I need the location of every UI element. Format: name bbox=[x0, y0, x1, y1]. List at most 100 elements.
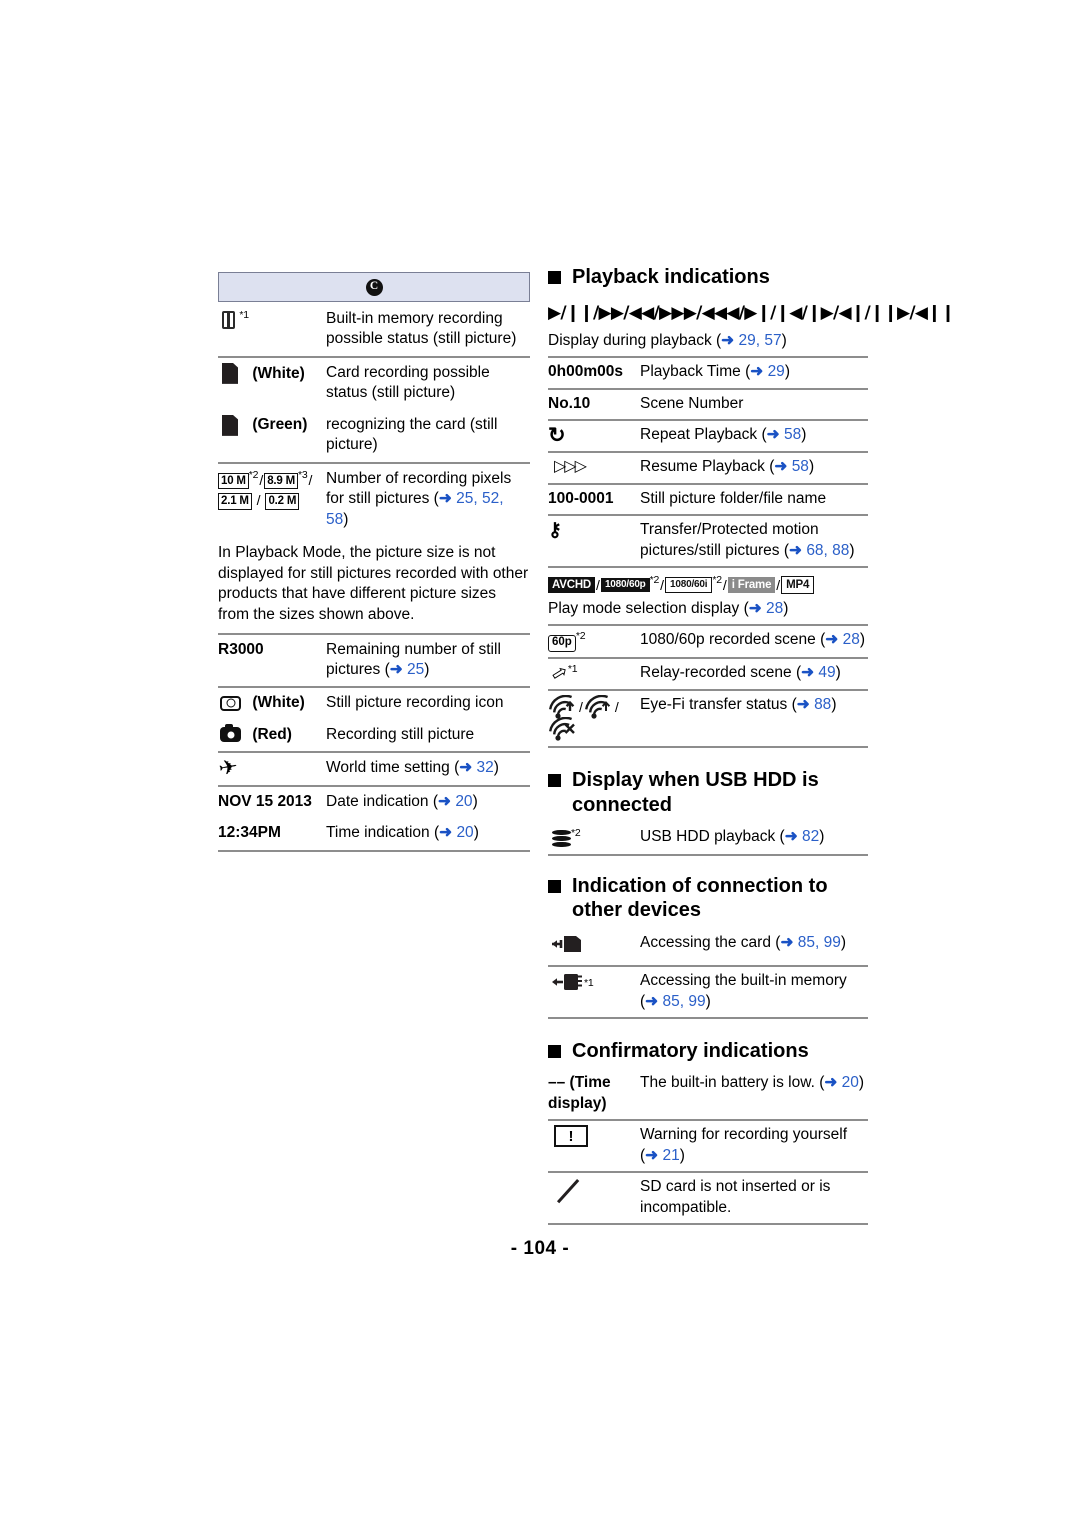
table-row: (White) Card recording possible status (… bbox=[218, 355, 530, 410]
accessing-builtin-memory-icon bbox=[550, 971, 584, 992]
desc-text: Playback Time ( bbox=[640, 363, 751, 381]
section-title-playback-indications: Playback indications bbox=[548, 265, 868, 289]
desc-text: USB HDD playback ( bbox=[640, 828, 785, 846]
page-arrow-icon: ➜ bbox=[774, 458, 792, 476]
table-row: ▷▷▷ Resume Playback (➜ 58) bbox=[548, 451, 868, 484]
pixel-badges-cell: 10 M*2/8.9 M*3/ 2.1 M / 0.2 M bbox=[218, 461, 326, 537]
footnote-marker: *3 bbox=[297, 468, 308, 481]
page-ref: 20 bbox=[841, 1074, 859, 1092]
table-row-pixel-sizes: 10 M*2/8.9 M*3/ 2.1 M / 0.2 M Number of … bbox=[218, 461, 530, 537]
table-row: ⇨*1 Relay-recorded scene (➜ 49) bbox=[548, 656, 868, 691]
page-arrow-icon: ➜ bbox=[438, 792, 456, 810]
circled-c-icon: C bbox=[365, 278, 383, 296]
desc-suffix: ) bbox=[472, 792, 478, 810]
desc-suffix: ) bbox=[783, 600, 789, 618]
desc-text: Eye-Fi transfer status ( bbox=[640, 696, 797, 714]
connection-indication-table: Accessing the card (➜ 85, 99) *1 Accessi… bbox=[548, 929, 868, 1017]
airplane-icon: ✈ bbox=[216, 755, 240, 781]
row-desc: Still picture recording icon bbox=[326, 686, 530, 720]
desc-text: World time setting ( bbox=[326, 759, 460, 777]
row-desc: Scene Number bbox=[640, 387, 868, 421]
desc-suffix: ) bbox=[859, 631, 865, 649]
table-row: ↻ Repeat Playback (➜ 58) bbox=[548, 419, 868, 453]
format-badge-1080-60i: 1080/60i bbox=[665, 576, 713, 594]
format-badge-iframe: i Frame bbox=[727, 577, 776, 594]
row-label: 100-0001 bbox=[548, 482, 640, 516]
usb-hdd-icon bbox=[552, 829, 571, 847]
page-arrow-icon: ➜ bbox=[766, 426, 784, 444]
playback-control-glyphs: ▶/❙❙/▶▶/◀◀/▶▶▶/◀◀◀/▶❙/❙◀/❙▶/◀❙/❙❙▶/◀❙❙ bbox=[548, 303, 955, 324]
page-arrow-icon: ➜ bbox=[780, 933, 798, 951]
table-row: ⚷ Transfer/Protected motion pictures/sti… bbox=[548, 514, 868, 567]
bullet-square-icon bbox=[548, 774, 561, 788]
page-ref: 82 bbox=[802, 828, 820, 846]
page-ref: 20 bbox=[455, 792, 473, 810]
table-row: SD card is not inserted or is incompatib… bbox=[548, 1171, 868, 1224]
desc-suffix: ) bbox=[840, 933, 847, 951]
bullet-square-icon bbox=[548, 879, 561, 893]
page-ref: 28 bbox=[766, 600, 784, 618]
row-desc: Relay-recorded scene (➜ 49) bbox=[640, 656, 868, 691]
row-desc: Recording still picture bbox=[326, 725, 475, 743]
footnote-marker: *1 bbox=[239, 309, 249, 321]
page-arrow-icon: ➜ bbox=[645, 1146, 663, 1164]
left-column: C *1 Built-in memory recording possible … bbox=[216, 272, 530, 852]
badge-60p: 60p bbox=[548, 634, 576, 652]
table-row: 0h00m00s Playback Time (➜ 29) bbox=[548, 356, 868, 389]
table-row: 12:34PM Time indication (➜ 20) bbox=[218, 818, 530, 849]
page-ref: 29, 57 bbox=[738, 332, 782, 350]
table-bottom-rule bbox=[548, 746, 868, 749]
desc-text: Repeat Playback ( bbox=[640, 426, 767, 444]
row-desc: Resume Playback (➜ 58) bbox=[640, 451, 868, 484]
row-icon-cell: (Green) bbox=[218, 410, 326, 463]
page-ref: 21 bbox=[662, 1146, 680, 1164]
page-arrow-icon: ➜ bbox=[438, 490, 457, 508]
pixel-badge-21m: 2.1 M bbox=[218, 493, 252, 510]
page-ref: 28 bbox=[842, 631, 860, 649]
page-ref: 32 bbox=[476, 759, 494, 777]
desc-text: Display during playback ( bbox=[548, 332, 722, 350]
table-row: –– (Time display) The built-in battery i… bbox=[548, 1069, 868, 1120]
row-icon-cell: 60p*2 bbox=[548, 624, 640, 658]
key-protected-icon: ⚷ bbox=[548, 519, 562, 541]
desc-text: Relay-recorded scene ( bbox=[640, 663, 802, 681]
eye-fi-disabled-icon bbox=[548, 717, 578, 742]
row-icon-cell bbox=[548, 929, 640, 966]
desc-suffix: ) bbox=[831, 696, 837, 714]
row-icon-cell: ✈ bbox=[216, 751, 326, 786]
format-badge-mp4: MP4 bbox=[781, 576, 815, 595]
row-desc: Date indication (➜ 20) bbox=[326, 784, 530, 819]
row-icon-label: (White) bbox=[252, 694, 305, 712]
row-desc: Eye-Fi transfer status (➜ 88) bbox=[640, 689, 868, 747]
eye-fi-upload-icon bbox=[548, 695, 578, 720]
table-row: (Red) Recording still picture bbox=[218, 720, 530, 752]
section-title-connection-indication: Indication of connection to other device… bbox=[548, 874, 868, 923]
row-icon-cell: *1 bbox=[218, 304, 326, 357]
usb-hdd-table: *2 USB HDD playback (➜ 82) bbox=[548, 823, 868, 854]
footnote-marker: *2 bbox=[571, 827, 581, 840]
table-row: R3000 Remaining number of still pictures… bbox=[218, 632, 530, 688]
page-arrow-icon: ➜ bbox=[459, 759, 477, 777]
row-desc: The built-in battery is low. (➜ 20) bbox=[640, 1069, 868, 1120]
desc-text: 1080/60p recorded scene ( bbox=[640, 631, 826, 649]
row-desc: Card recording possible status (still pi… bbox=[326, 355, 530, 410]
page-ref: 25 bbox=[407, 660, 425, 678]
desc-suffix: ) bbox=[835, 663, 841, 681]
page-arrow-icon: ➜ bbox=[645, 992, 663, 1010]
desc-text: Play mode selection display ( bbox=[548, 600, 749, 618]
pixel-badge-10m: 10 M bbox=[218, 472, 249, 490]
row-label: 12:34PM bbox=[218, 824, 281, 842]
row-label: R3000 bbox=[218, 632, 326, 688]
row-icon-cell: *2 bbox=[548, 823, 640, 854]
page-arrow-icon: ➜ bbox=[389, 660, 408, 678]
desc-suffix: ) bbox=[801, 426, 807, 444]
section-title-confirmatory-indications: Confirmatory indications bbox=[548, 1039, 868, 1063]
desc-suffix: ) bbox=[784, 363, 790, 381]
desc-text: Resume Playback ( bbox=[640, 458, 775, 476]
row-desc: Accessing the card (➜ 85, 99) bbox=[640, 929, 868, 966]
page-arrow-icon: ➜ bbox=[825, 631, 843, 649]
table-row: (White) Still picture recording icon bbox=[218, 686, 530, 720]
row-icon-cell bbox=[548, 1171, 640, 1224]
row-icon-cell: ⚷ bbox=[548, 514, 640, 567]
row-icon-cell: ▷▷▷ bbox=[548, 451, 640, 484]
